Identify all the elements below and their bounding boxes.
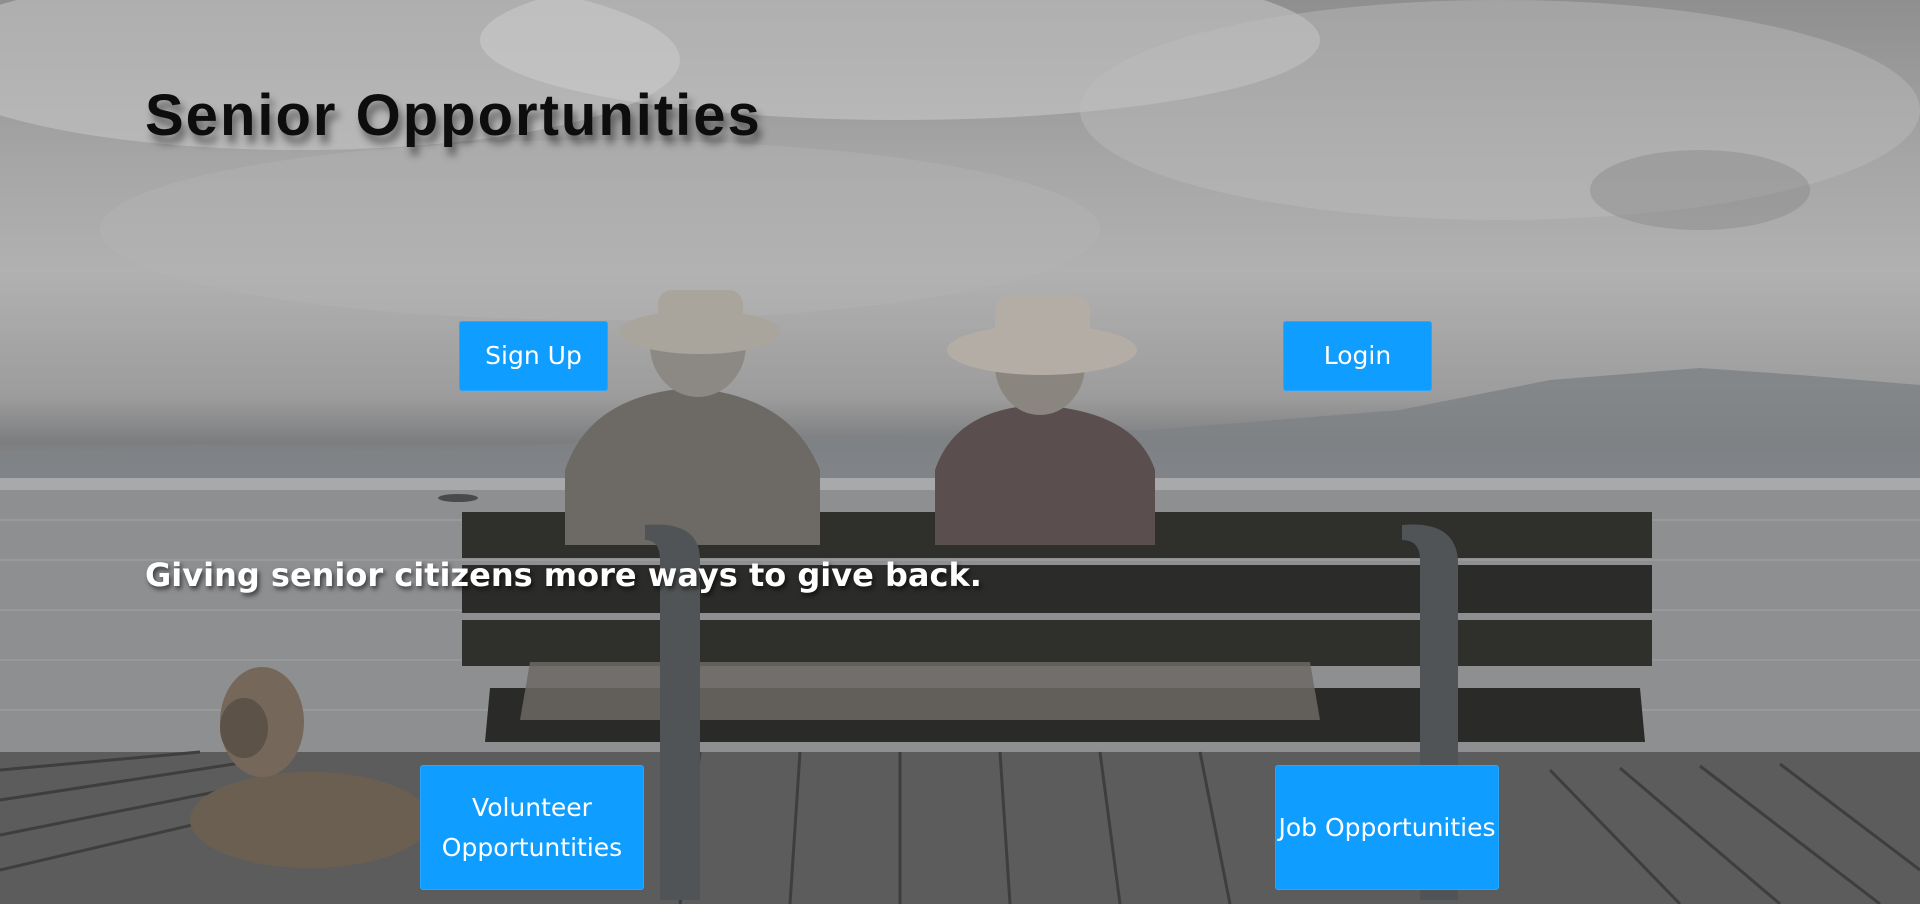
job-opportunities-button[interactable]: Job Opportunities — [1275, 765, 1499, 890]
tagline: Giving senior citizens more ways to give… — [145, 556, 982, 594]
volunteer-opportunities-button[interactable]: Volunteer Opportuntities — [420, 765, 644, 890]
login-button[interactable]: Login — [1283, 321, 1432, 391]
site-title: Senior Opportunities — [145, 83, 762, 148]
sign-up-button[interactable]: Sign Up — [459, 321, 608, 391]
hero-section: Senior Opportunities Sign Up Login Givin… — [0, 0, 1920, 904]
